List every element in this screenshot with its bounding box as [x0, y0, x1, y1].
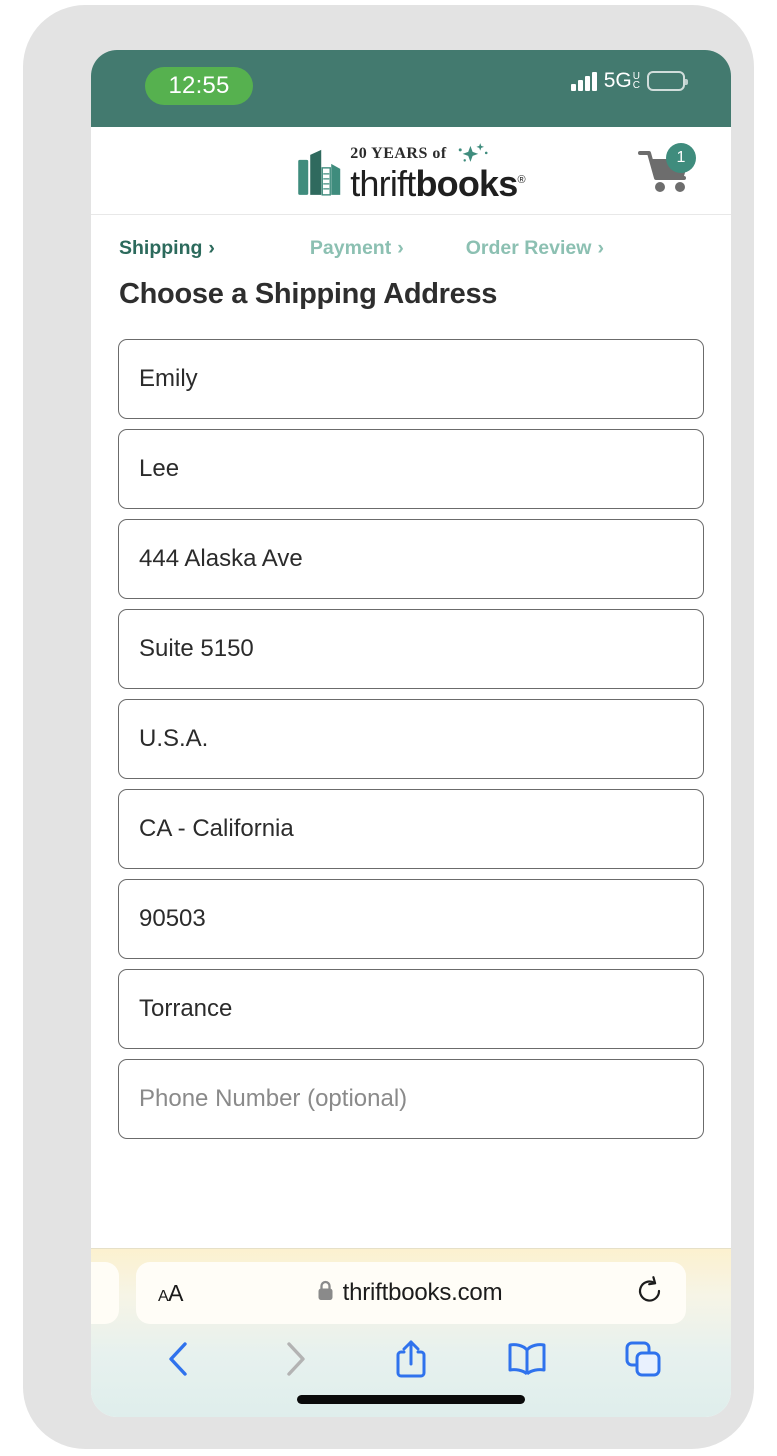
step-payment[interactable]: Payment › [310, 237, 404, 260]
browser-toolbar [91, 1335, 731, 1383]
address-line2-input[interactable]: Suite 5150 [118, 609, 704, 689]
adjacent-tab-peek[interactable] [91, 1262, 119, 1324]
thriftbooks-logo[interactable]: 20 YEARS of thriftbooks® [297, 140, 526, 204]
shipping-address-form: Emily Lee 444 Alaska Ave Suite 5150 U.S.… [91, 311, 731, 1139]
browser-bottom-chrome: AA thriftbooks.com [91, 1248, 731, 1417]
forward-button[interactable] [267, 1335, 323, 1383]
step-shipping[interactable]: Shipping › [119, 237, 215, 260]
url-bar[interactable]: AA thriftbooks.com [136, 1262, 686, 1324]
reload-icon[interactable] [636, 1275, 664, 1311]
share-icon [396, 1340, 426, 1378]
cart-button[interactable]: 1 [637, 142, 697, 197]
logo-tagline: 20 YEARS of [350, 144, 447, 162]
chevron-right-icon [287, 1342, 305, 1376]
site-header: 20 YEARS of thriftbooks® 1 [91, 127, 731, 215]
network-type-label: 5G U C [604, 70, 640, 91]
page-title: Choose a Shipping Address [119, 278, 498, 310]
state-select[interactable]: CA - California [118, 789, 704, 869]
chevron-left-icon [169, 1342, 187, 1376]
open-book-icon [508, 1343, 546, 1376]
url-display[interactable]: thriftbooks.com [183, 1279, 636, 1307]
status-indicators: 5G U C [571, 70, 688, 91]
cart-count-badge: 1 [666, 142, 696, 173]
step-shipping-label: Shipping [119, 237, 203, 259]
aa-small-letter: A [158, 1287, 169, 1305]
bookmarks-button[interactable] [499, 1335, 555, 1383]
chevron-right-icon: › [208, 237, 215, 259]
zip-code-input[interactable]: 90503 [118, 879, 704, 959]
step-order-review-label: Order Review [465, 237, 592, 259]
logo-brand: thriftbooks® [350, 162, 525, 204]
chevron-right-icon: › [397, 237, 404, 259]
lock-icon [317, 1280, 334, 1306]
status-clock: 12:55 [168, 72, 230, 99]
city-input[interactable]: Torrance [118, 969, 704, 1049]
tabs-button[interactable] [615, 1335, 671, 1383]
network-sub-bottom: C [632, 80, 640, 91]
network-type-text: 5G [603, 69, 632, 92]
status-bar: 12:55 5G U C [91, 50, 731, 127]
phone-screen: 12:55 5G U C 20 YEARS of thriftbooks® 1 … [91, 50, 731, 1417]
shopping-cart-icon [637, 150, 697, 201]
first-name-input[interactable]: Emily [118, 339, 704, 419]
status-time-pill[interactable]: 12:55 [145, 67, 253, 105]
logo-registered-mark: ® [517, 173, 525, 186]
back-button[interactable] [151, 1335, 207, 1383]
battery-low-power-icon [647, 70, 688, 91]
phone-number-input[interactable]: Phone Number (optional) [118, 1059, 704, 1139]
address-line1-input[interactable]: 444 Alaska Ave [118, 519, 704, 599]
signal-bars-icon [571, 71, 597, 91]
page-settings-aa-button[interactable]: AA [158, 1279, 184, 1307]
logo-brand-thick: books [415, 162, 518, 204]
tabs-icon [625, 1341, 661, 1377]
stacked-books-icon [297, 146, 341, 201]
checkout-steps-breadcrumb: Shipping › Payment › Order Review › [91, 215, 731, 266]
last-name-input[interactable]: Lee [118, 429, 704, 509]
aa-big-letter: A [168, 1279, 184, 1306]
logo-brand-thin: thrift [350, 162, 416, 204]
country-select[interactable]: U.S.A. [118, 699, 704, 779]
share-button[interactable] [383, 1335, 439, 1383]
step-order-review[interactable]: Order Review › [466, 237, 604, 260]
chevron-right-icon: › [597, 237, 604, 259]
step-payment-label: Payment [309, 237, 392, 259]
home-indicator [297, 1395, 525, 1404]
phone-frame: 12:55 5G U C 20 YEARS of thriftbooks® 1 … [23, 5, 754, 1449]
url-text: thriftbooks.com [342, 1279, 503, 1306]
